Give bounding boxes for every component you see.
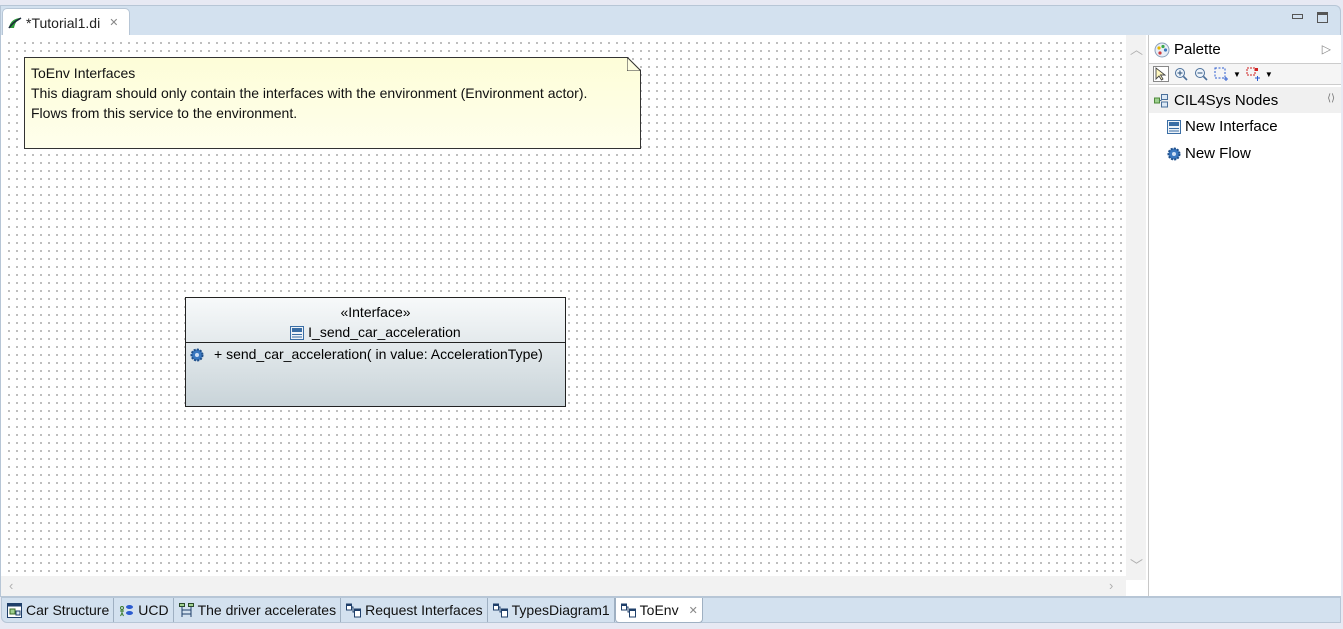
diagram-canvas[interactable]: ToEnv Interfaces This diagram should onl…: [2, 36, 1126, 576]
interface-name: I_send_car_acceleration: [308, 324, 461, 340]
zoom-out-icon[interactable]: [1193, 66, 1209, 82]
note-line: ToEnv Interfaces: [31, 65, 136, 81]
operation-label: + send_car_acceleration( in value: Accel…: [214, 346, 543, 363]
pin-icon[interactable]: ⟨⟩: [1327, 93, 1335, 104]
palette-item-label: New Flow: [1185, 145, 1251, 162]
scroll-down-icon[interactable]: ﹀: [1130, 555, 1143, 574]
palette-collapse-icon[interactable]: ▷: [1322, 42, 1331, 56]
papyrus-editor-window: *Tutorial1.di ✕ ToEnv Interfaces This di…: [0, 0, 1343, 629]
flow-gear-icon: [190, 346, 204, 362]
interface-operation[interactable]: + send_car_acceleration( in value: Accel…: [186, 343, 565, 365]
diagram-tab-typesdiagram1[interactable]: TypesDiagram1: [488, 598, 615, 622]
diagram-tab-request-interfaces[interactable]: Request Interfaces: [341, 598, 488, 622]
palette-header[interactable]: Palette ▷: [1149, 35, 1341, 63]
tab-label: ToEnv: [639, 602, 679, 618]
tab-label: UCD: [138, 602, 169, 618]
editor-content: ToEnv Interfaces This diagram should onl…: [0, 35, 1341, 597]
palette-item-new-interface[interactable]: New Interface: [1149, 113, 1341, 140]
comment-note[interactable]: ToEnv Interfaces This diagram should onl…: [24, 57, 641, 149]
diagram-tab-the-driver-accelerates[interactable]: The driver accelerates: [174, 598, 342, 622]
marquee-dropdown-icon[interactable]: ▼: [1233, 70, 1241, 79]
composite-diagram-icon: [7, 602, 22, 619]
scroll-left-icon[interactable]: ‹: [9, 578, 13, 593]
editor-tab-title: *Tutorial1.di: [26, 14, 101, 31]
note-line: This diagram should only contain the int…: [31, 85, 588, 101]
use-case-diagram-icon: [119, 602, 134, 619]
close-icon[interactable]: ✕: [689, 604, 698, 617]
diagram-tabs-bar: Car Structure UCD The driver accelerates…: [1, 597, 1341, 623]
interface-icon: [1167, 118, 1181, 135]
palette-panel: Palette ▷ ▼ ▼ CIL4Sys Nodes ⟨⟩ New Inter…: [1148, 35, 1341, 596]
papyrus-leaf-icon: [7, 14, 23, 31]
select-tool-icon[interactable]: [1153, 66, 1169, 82]
drawer-label: CIL4Sys Nodes: [1174, 91, 1279, 109]
tab-label: The driver accelerates: [197, 602, 337, 618]
sequence-diagram-icon: [178, 602, 194, 619]
tab-label: Car Structure: [26, 602, 110, 618]
marquee-icon[interactable]: [1213, 66, 1229, 82]
flow-gear-icon: [1167, 145, 1181, 162]
interface-header: «Interface» I_send_car_acceleration: [186, 298, 565, 343]
class-diagram-icon: [492, 602, 508, 619]
close-icon[interactable]: ✕: [109, 16, 118, 29]
connection-dropdown-icon[interactable]: ▼: [1265, 70, 1273, 79]
note-fold-corner: [627, 57, 641, 71]
editor-tab-bar: *Tutorial1.di ✕: [0, 5, 1341, 36]
interface-icon: [290, 324, 308, 341]
scroll-up-icon[interactable]: ︿: [1130, 39, 1143, 58]
horizontal-scrollbar[interactable]: ‹ ›: [1, 576, 1126, 596]
tab-label: Request Interfaces: [365, 602, 483, 618]
diagram-tab-ucd[interactable]: UCD: [114, 598, 174, 622]
vertical-scrollbar[interactable]: ︿ ﹀: [1126, 35, 1146, 580]
connection-marquee-icon[interactable]: [1245, 66, 1261, 82]
palette-item-label: New Interface: [1185, 118, 1278, 135]
palette-toolbar: ▼ ▼: [1149, 63, 1341, 85]
class-diagram-icon: [346, 602, 362, 619]
editor-tab-tutorial1[interactable]: *Tutorial1.di ✕: [2, 8, 130, 36]
class-diagram-icon: [620, 602, 636, 619]
minimize-icon[interactable]: [1292, 14, 1303, 19]
palette-title: Palette: [1174, 40, 1221, 58]
tab-label: TypesDiagram1: [511, 602, 610, 618]
drawer-icon: [1154, 92, 1168, 109]
zoom-in-icon[interactable]: [1173, 66, 1189, 82]
diagram-tab-toenv[interactable]: ToEnv ✕: [614, 598, 703, 623]
maximize-icon[interactable]: [1317, 12, 1328, 23]
palette-item-new-flow[interactable]: New Flow: [1149, 140, 1341, 167]
palette-drawer-cil4sys[interactable]: CIL4Sys Nodes ⟨⟩: [1149, 87, 1341, 113]
interface-node[interactable]: «Interface» I_send_car_acceleration + se…: [185, 297, 566, 407]
scroll-right-icon[interactable]: ›: [1109, 578, 1113, 593]
interface-stereotype: «Interface»: [340, 304, 411, 320]
diagram-tab-car-structure[interactable]: Car Structure: [2, 598, 115, 622]
note-line: Flows from this service to the environme…: [31, 105, 298, 121]
palette-icon: [1154, 40, 1170, 58]
